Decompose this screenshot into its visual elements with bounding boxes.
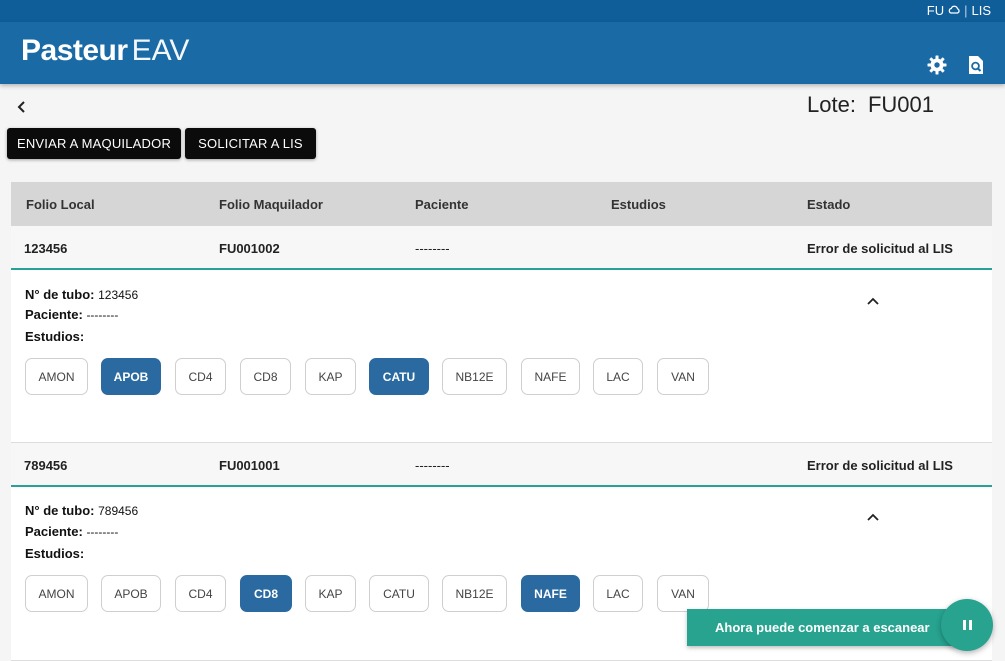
study-chip[interactable]: APOB — [101, 575, 161, 612]
study-chip[interactable]: CD8 — [240, 575, 292, 612]
gear-icon[interactable] — [926, 54, 948, 76]
cell-estado: Error de solicitud al LIS — [807, 458, 953, 473]
row-detail-panel: N° de tubo: 123456 Paciente: -------- Es… — [11, 272, 992, 443]
top-status-strip: FU | LIS — [0, 0, 1005, 22]
detail-studies-label: Estudios: — [25, 329, 85, 344]
send-to-maquilador-button[interactable]: ENVIAR A MAQUILADOR — [7, 128, 181, 159]
study-chip[interactable]: NAFE — [521, 575, 580, 612]
study-chip[interactable]: APOB — [101, 358, 161, 395]
separator: | — [964, 3, 968, 18]
column-header-folio-local: Folio Local — [26, 197, 95, 212]
lote-value: FU001 — [867, 92, 934, 117]
column-header-paciente: Paciente — [415, 197, 469, 212]
user-initials: FU — [926, 3, 945, 18]
app-header: Pasteur EAV — [0, 22, 1005, 84]
table-row[interactable]: 789456 FU001001 -------- Error de solici… — [11, 443, 992, 487]
column-header-estado: Estado — [807, 197, 851, 212]
chevron-up-icon[interactable] — [866, 293, 880, 305]
study-chip[interactable]: NB12E — [442, 575, 507, 612]
study-chip[interactable]: KAP — [305, 575, 356, 612]
detail-patient: Paciente: -------- — [25, 524, 119, 539]
study-chip[interactable]: AMON — [25, 575, 88, 612]
tube-number: N° de tubo: 123456 — [25, 287, 139, 302]
column-header-estudios: Estudios — [611, 197, 666, 212]
study-chip[interactable]: AMON — [25, 358, 88, 395]
study-chip[interactable]: NB12E — [442, 358, 507, 395]
request-lis-button[interactable]: SOLICITAR A LIS — [185, 128, 316, 159]
study-chip[interactable]: NAFE — [521, 358, 580, 395]
scan-ready-toast: Ahora puede comenzar a escanear — [687, 609, 957, 646]
cloud-icon — [948, 5, 960, 17]
pause-scan-button[interactable] — [941, 599, 993, 651]
document-search-icon[interactable] — [965, 54, 987, 76]
cell-folio-local: 789456 — [24, 458, 68, 473]
cell-paciente: -------- — [415, 458, 450, 473]
study-chip[interactable]: CD8 — [240, 358, 291, 395]
study-chip[interactable]: LAC — [593, 575, 643, 612]
table-header: Folio Local Folio Maquilador Paciente Es… — [11, 182, 992, 226]
study-chip[interactable]: CD4 — [175, 575, 226, 612]
brand-logo: Pasteur EAV — [21, 34, 189, 68]
study-chip[interactable]: CATU — [369, 575, 429, 612]
column-header-folio-maquilador: Folio Maquilador — [219, 197, 323, 212]
detail-patient: Paciente: -------- — [25, 307, 119, 322]
study-chip[interactable]: CATU — [369, 358, 429, 395]
user-status: FU | LIS — [927, 3, 991, 18]
lote-indicator: Lote: FU001 — [807, 92, 934, 118]
samples-table: Folio Local Folio Maquilador Paciente Es… — [11, 182, 992, 661]
chevron-up-icon[interactable] — [866, 509, 880, 521]
back-arrow-icon[interactable] — [16, 98, 32, 120]
brand-name: Pasteur — [21, 34, 128, 67]
study-chip[interactable]: VAN — [657, 575, 709, 612]
detail-studies-label: Estudios: — [25, 546, 85, 561]
cell-folio-maquilador: FU001002 — [219, 241, 280, 256]
brand-suffix: EAV — [131, 34, 190, 67]
cell-folio-local: 123456 — [24, 241, 68, 256]
lote-label: Lote: — [807, 92, 856, 117]
study-chip[interactable]: CD4 — [175, 358, 226, 395]
cell-paciente: -------- — [415, 241, 450, 256]
cell-estado: Error de solicitud al LIS — [807, 241, 953, 256]
toast-message: Ahora puede comenzar a escanear — [715, 620, 930, 635]
study-chip[interactable]: KAP — [305, 358, 356, 395]
study-chip[interactable]: VAN — [657, 358, 709, 395]
cell-folio-maquilador: FU001001 — [219, 458, 280, 473]
system-name: LIS — [971, 3, 991, 18]
study-chip[interactable]: LAC — [593, 358, 643, 395]
pause-icon — [961, 620, 973, 630]
tube-number: N° de tubo: 789456 — [25, 503, 139, 518]
table-row[interactable]: 123456 FU001002 -------- Error de solici… — [11, 226, 992, 270]
